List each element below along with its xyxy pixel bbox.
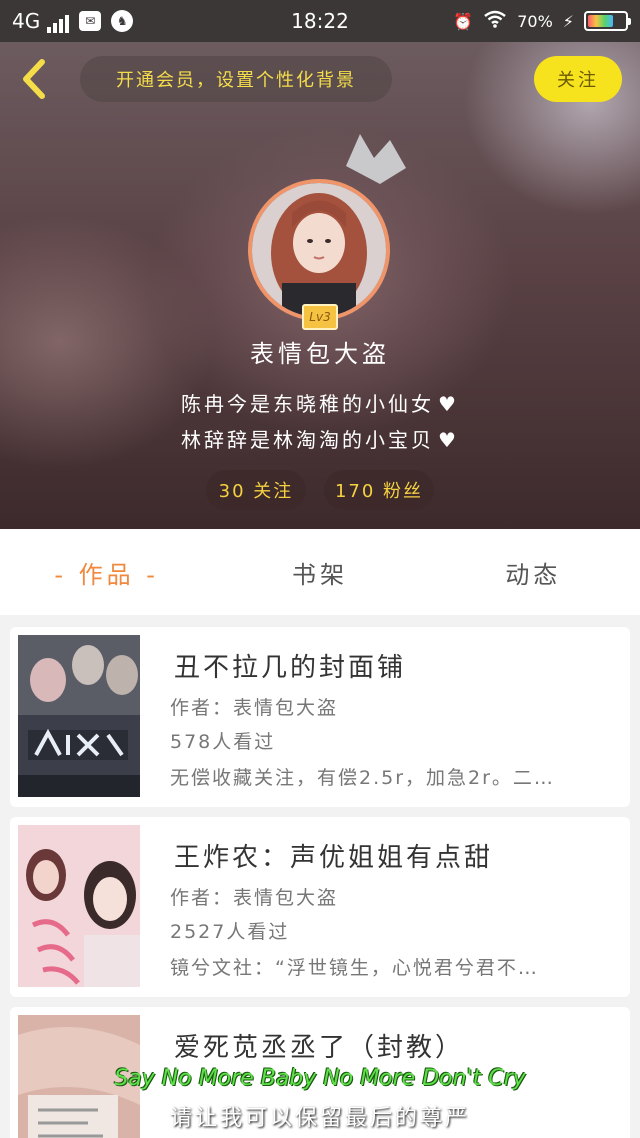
wifi-icon	[483, 10, 507, 32]
bio-line-1: 陈冉今是东晓稚的小仙女 ♥	[0, 388, 640, 417]
tab-bookshelf[interactable]: 书架	[213, 555, 426, 590]
back-button[interactable]	[14, 56, 54, 102]
tab-activity[interactable]: 动态	[427, 555, 640, 590]
profile-header: 开通会员，设置个性化背景 关注 Lv3 表情包大盗 陈冉今是东晓稚的小仙女 ♥ 林…	[0, 42, 640, 529]
battery-icon	[584, 11, 631, 31]
chevron-left-icon	[23, 59, 45, 99]
bio-text-2: 林辞辞是林淘淘的小宝贝	[181, 428, 435, 452]
bio-text-1: 陈冉今是东晓稚的小仙女	[181, 392, 435, 416]
heart-icon: ♥	[438, 428, 459, 452]
avatar[interactable]	[248, 179, 390, 321]
vip-background-button[interactable]: 开通会员，设置个性化背景	[80, 56, 392, 102]
work-title[interactable]: 爱死苋丞丞了（封教）	[174, 1027, 464, 1064]
app-notification-icon: ♞	[111, 10, 134, 32]
fans-count[interactable]: 170 粉丝	[324, 470, 434, 510]
profile-tabs: - 作品 - 书架 动态	[0, 529, 640, 615]
video-subtitle-english: Say No More Baby No More Don't Cry	[114, 1066, 526, 1091]
follow-button[interactable]: 关注	[534, 56, 622, 102]
signal-indicator: 4G	[12, 9, 70, 33]
work-author: 作者：表情包大盗	[170, 697, 339, 719]
work-title[interactable]: 丑不拉几的封面铺	[174, 647, 406, 684]
message-icon: ✉	[79, 11, 102, 31]
battery-percent: 70%	[517, 11, 553, 31]
charging-icon: ⚡	[562, 11, 574, 31]
status-bar: 4G ✉ ♞ 18:22 ⏰ 70% ⚡	[0, 0, 640, 42]
signal-bars-icon	[47, 15, 70, 33]
following-count[interactable]: 30 关注	[206, 470, 306, 510]
work-views: 578人看过	[170, 731, 276, 753]
book-cover	[18, 825, 140, 987]
tab-works[interactable]: - 作品 -	[0, 555, 213, 590]
heart-icon: ♥	[438, 392, 459, 416]
video-subtitle-chinese: 请让我可以保留最后的尊严	[169, 1106, 470, 1131]
work-title[interactable]: 王炸农：声优姐姐有点甜	[174, 837, 493, 874]
alarm-icon: ⏰	[453, 11, 474, 31]
level-badge: Lv3	[302, 304, 338, 330]
work-description: 无偿收藏关注，有偿2.5r，加急2r。二…	[170, 767, 555, 789]
work-views: 2527人看过	[170, 921, 290, 943]
network-type: 4G	[12, 9, 41, 33]
work-author: 作者：表情包大盗	[170, 887, 339, 909]
username: 表情包大盗	[250, 340, 390, 368]
list-item[interactable]: 丑不拉几的封面铺 作者：表情包大盗 578人看过 无偿收藏关注，有偿2.5r，加…	[10, 627, 630, 807]
bio-line-2: 林辞辞是林淘淘的小宝贝 ♥	[0, 424, 640, 453]
book-cover	[18, 635, 140, 797]
list-item[interactable]: 王炸农：声优姐姐有点甜 作者：表情包大盗 2527人看过 镜兮文社：“浮世镜生，…	[10, 817, 630, 997]
work-description: 镜兮文社：“浮世镜生，心悦君兮君不…	[170, 957, 539, 979]
